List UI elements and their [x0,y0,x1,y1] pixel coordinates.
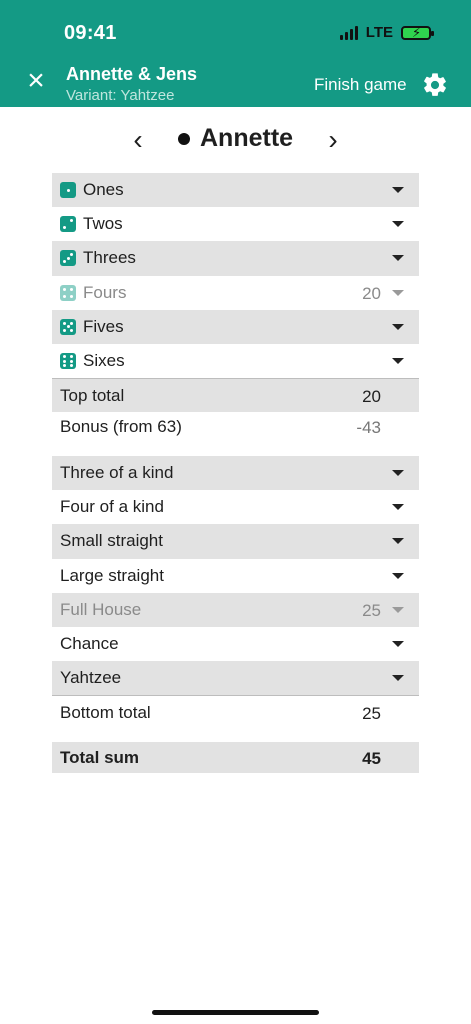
row-value: 25 [362,600,381,620]
row-label: Sixes [83,351,125,371]
chevron-down-icon[interactable] [392,675,404,682]
total-sum-label: Total sum [60,747,140,767]
chevron-left-icon[interactable]: ‹ [126,126,150,154]
total-sum-row: Total sum 45 [52,742,419,773]
chevron-down-icon[interactable] [392,538,404,545]
player-dot-icon [178,132,190,145]
row-label: Four of a kind [60,497,164,517]
row-sixes[interactable]: Sixes [52,344,419,378]
top-total-row: Top total 20 [52,378,419,413]
bonus-value: -43 [356,418,381,438]
row-label: Large straight [60,565,164,585]
network-label: LTE [365,24,393,41]
row-label: Three of a kind [60,463,174,483]
battery-icon: ⚡ [401,25,434,40]
row-full-house[interactable]: Full House 25 [52,592,419,627]
top-total-label: Top total [60,385,125,405]
lower-section: Three of a kind Four of a kind Small str… [52,456,419,730]
game-title-block: Annette & Jens Variant: Yahtzee [66,64,197,104]
close-button[interactable]: × [22,64,50,97]
chevron-down-icon[interactable] [392,289,404,296]
die-one-icon [60,182,76,199]
chevron-down-icon[interactable] [392,323,404,330]
status-time: 09:41 [64,22,117,44]
row-three-of-a-kind[interactable]: Three of a kind [52,456,419,491]
chevron-down-icon[interactable] [392,221,404,228]
row-label: Full House [60,599,142,619]
row-label: Small straight [60,531,163,551]
total-sum-value: 45 [362,749,381,768]
row-label: Twos [83,214,123,234]
row-twos[interactable]: Twos [52,207,419,241]
chevron-down-icon[interactable] [392,187,404,193]
die-five-icon [60,318,76,335]
row-label: Yahtzee [60,668,122,688]
close-icon: × [27,64,45,97]
die-four-icon [60,284,76,301]
status-indicators: LTE ⚡ [339,24,434,41]
finish-game-button[interactable]: Finish game [314,75,407,95]
upper-section: Ones Twos Threes Fours 20 Fives Sixes To… [52,173,419,442]
row-small-straight[interactable]: Small straight [52,524,419,559]
signal-icon [339,25,358,40]
game-title: Annette & Jens [66,64,198,84]
die-six-icon [60,353,76,370]
home-indicator [152,1010,319,1015]
bonus-row: Bonus (from 63) -43 [52,412,419,442]
row-label: Fours [83,282,127,302]
chevron-down-icon[interactable] [392,255,404,262]
bonus-label: Bonus (from 63) [60,417,182,437]
row-fives[interactable]: Fives [52,309,419,344]
row-ones[interactable]: Ones [52,173,419,208]
chevron-down-icon[interactable] [392,357,404,364]
row-fours[interactable]: Fours 20 [52,276,419,310]
bottom-total-row: Bottom total 25 [52,695,419,729]
chevron-down-icon[interactable] [392,640,404,647]
row-threes[interactable]: Threes [52,241,419,276]
bottom-total-label: Bottom total [60,702,151,722]
row-four-of-a-kind[interactable]: Four of a kind [52,490,419,524]
top-total-value: 20 [362,387,381,407]
row-yahtzee[interactable]: Yahtzee [52,661,419,696]
row-label: Threes [83,248,136,268]
bottom-total-value: 25 [362,704,381,724]
row-label: Ones [83,180,124,200]
chevron-down-icon[interactable] [392,606,404,613]
current-player: Annette [178,124,293,153]
chevron-down-icon[interactable] [392,504,404,511]
player-switcher: ‹ Annette › [0,122,471,162]
row-label: Chance [60,634,119,654]
die-three-icon [60,250,76,267]
chevron-down-icon[interactable] [392,470,404,476]
player-name: Annette [200,124,294,152]
game-variant: Variant: Yahtzee [66,87,175,104]
row-label: Fives [83,316,124,336]
row-large-straight[interactable]: Large straight [52,559,419,593]
app-header: 09:41 LTE ⚡ × Annette & Jens Variant: Ya… [0,0,471,107]
row-value: 20 [362,283,381,303]
die-two-icon [60,216,76,233]
chevron-right-icon[interactable]: › [321,126,345,154]
gear-icon[interactable] [421,71,449,99]
grand-total: Total sum 45 [52,742,419,773]
chevron-down-icon[interactable] [392,572,404,579]
row-chance[interactable]: Chance [52,627,419,661]
